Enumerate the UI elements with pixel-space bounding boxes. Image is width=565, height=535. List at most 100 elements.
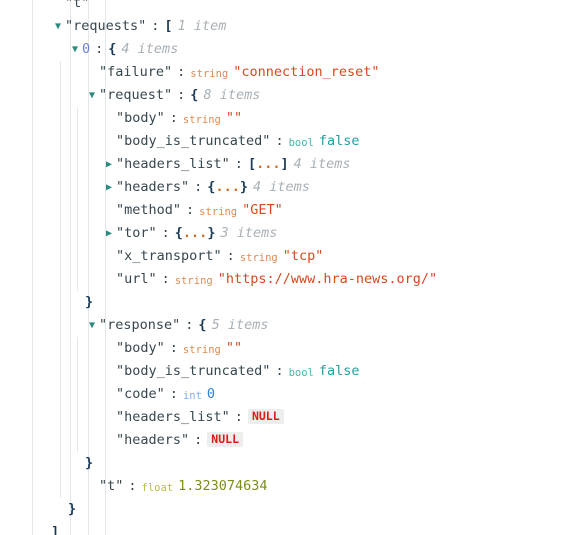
row-indent-rail (60, 130, 61, 153)
object-key: "body_is_truncated" (116, 133, 271, 149)
row-indent-rail (77, 153, 78, 176)
row-indent-rail (60, 61, 61, 84)
twisty-expanded-icon[interactable]: ▼ (85, 84, 99, 107)
json-row[interactable]: ▶"url": string "https://www.hra-news.org/" (0, 268, 565, 291)
key-colon: : (161, 271, 170, 287)
value-int: 0 (206, 386, 216, 402)
json-row[interactable]: ▼ "response":{5 items (0, 314, 565, 337)
row-indent-rail (77, 406, 78, 429)
row-indent-rail (77, 130, 78, 153)
json-row[interactable]: } (0, 452, 565, 475)
json-row[interactable]: ▶"t" (0, 0, 565, 15)
twisty-spacer: ▶ (85, 61, 99, 84)
object-key: "headers" (116, 432, 190, 448)
row-indent-rail (60, 222, 61, 245)
json-row[interactable]: ] (0, 521, 565, 535)
type-label-string: string (190, 68, 229, 80)
row-indent-rail (77, 429, 78, 452)
type-label-float: float (141, 482, 174, 494)
json-row[interactable]: ▶"headers_list": NULL (0, 406, 565, 429)
value-bool: false (318, 133, 360, 149)
value-string: "" (225, 110, 243, 126)
row-indent-rail (60, 475, 61, 498)
twisty-collapsed-icon[interactable]: ▶ (102, 176, 116, 199)
opening-bracket: [ (164, 18, 173, 34)
null-badge: NULL (247, 409, 284, 424)
json-row[interactable]: ▶"code": int 0 (0, 383, 565, 406)
value-bool: false (318, 363, 360, 379)
row-indent-rail (77, 222, 78, 245)
twisty-collapsed-icon[interactable]: ▶ (102, 222, 116, 245)
json-row[interactable]: } (0, 291, 565, 314)
twisty-spacer: ▶ (102, 360, 116, 383)
json-row[interactable]: ▶"headers": NULL (0, 429, 565, 452)
row-indent-rail (60, 314, 61, 337)
key-colon: : (128, 478, 137, 494)
twisty-spacer: ▶ (102, 429, 116, 452)
type-label-string: string (199, 206, 238, 218)
object-key: "url" (116, 271, 157, 287)
twisty-expanded-icon[interactable]: ▼ (85, 314, 99, 337)
row-indent-rail (77, 383, 78, 406)
value-string: "connection_reset" (233, 64, 380, 80)
json-row[interactable]: ▶"x_transport": string "tcp" (0, 245, 565, 268)
json-row[interactable]: ▶"body_is_truncated": bool false (0, 360, 565, 383)
null-badge: NULL (207, 432, 243, 447)
type-label-bool: bool (288, 137, 314, 149)
value-string: "GET" (242, 202, 283, 218)
key-colon: : (185, 317, 194, 333)
json-row[interactable]: ▶"t": float 1.323074634 (0, 475, 565, 498)
type-label-string: string (182, 114, 221, 126)
json-row[interactable]: ▼ "request":{8 items (0, 84, 565, 107)
twisty-expanded-icon[interactable]: ▼ (51, 15, 65, 38)
row-indent-rail (60, 176, 61, 199)
type-label-int: int (182, 390, 202, 402)
object-key: "failure" (99, 64, 173, 80)
twisty-spacer: ▶ (102, 337, 116, 360)
object-key: "x_transport" (116, 248, 222, 264)
json-row[interactable]: ▶ "headers": {...} 4 items (0, 176, 565, 199)
key-colon: : (161, 225, 170, 241)
row-indent-rail (60, 268, 61, 291)
twisty-spacer: ▶ (102, 130, 116, 153)
json-row[interactable]: ▶"body_is_truncated": bool false (0, 130, 565, 153)
key-colon: : (151, 18, 160, 34)
json-row[interactable]: ▼ 0:{4 items (0, 38, 565, 61)
object-key: "body" (116, 340, 165, 356)
object-key: "method" (116, 202, 182, 218)
twisty-expanded-icon[interactable]: ▼ (68, 38, 82, 61)
row-indent-rail (60, 291, 61, 314)
json-row[interactable]: ▶"body": string "" (0, 337, 565, 360)
json-row[interactable]: ▼ "requests":[1 item (0, 15, 565, 38)
row-indent-rail (60, 245, 61, 268)
opening-bracket: { (190, 87, 199, 103)
type-label-string: string (182, 344, 221, 356)
collapsed-bracket: [...] (247, 156, 289, 172)
row-indent-rail (77, 199, 78, 222)
object-key: "request" (99, 87, 173, 103)
value-string: "" (225, 340, 243, 356)
json-row[interactable]: ▶ "tor": {...} 3 items (0, 222, 565, 245)
twisty-collapsed-icon[interactable]: ▶ (102, 153, 116, 176)
object-key: "body_is_truncated" (116, 363, 271, 379)
json-row[interactable]: ▶ "headers_list": [...] 4 items (0, 153, 565, 176)
row-indent-rail (77, 268, 78, 291)
json-tree-viewer[interactable]: ▶"t"▼"requests":[1 item▼0:{4 items▶"fail… (0, 0, 565, 535)
twisty-spacer: ▶ (102, 406, 116, 429)
row-indent-rail (60, 84, 61, 107)
key-colon: : (95, 41, 104, 57)
key-colon: : (169, 386, 178, 402)
row-indent-rail (60, 199, 61, 222)
json-row[interactable]: ▶"method": string "GET" (0, 199, 565, 222)
key-colon: : (234, 156, 243, 172)
object-key: "t" (65, 0, 90, 11)
json-row[interactable]: } (0, 498, 565, 521)
value-string: "tcp" (282, 248, 324, 264)
key-colon: : (234, 409, 243, 425)
row-indent-rail (77, 245, 78, 268)
key-colon: : (275, 363, 284, 379)
json-row[interactable]: ▶"failure": string "connection_reset" (0, 61, 565, 84)
key-colon: : (177, 64, 186, 80)
item-count: 8 items (203, 87, 261, 103)
json-row[interactable]: ▶"body": string "" (0, 107, 565, 130)
